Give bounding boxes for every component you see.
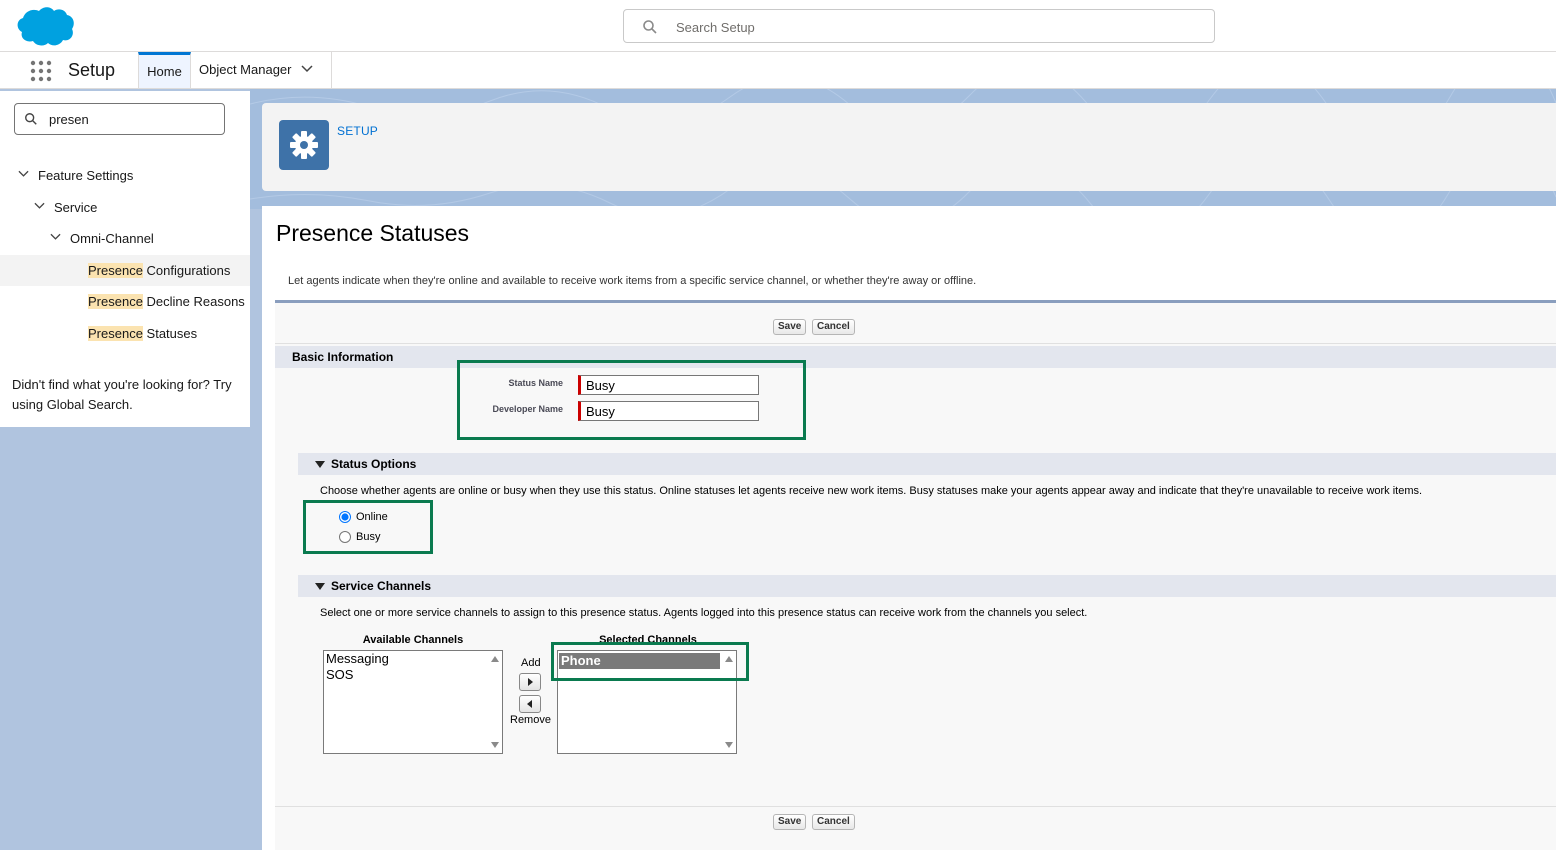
setup-sidebar: Feature Settings Service Omni-Channel Pr… [0, 91, 250, 427]
quick-find-input[interactable] [47, 110, 217, 128]
remove-button[interactable] [519, 695, 541, 713]
list-item[interactable]: Messaging [324, 651, 502, 667]
sidebar-item-presence-statuses[interactable]: Presence Statuses [0, 318, 250, 349]
page-title: Presence Statuses [276, 220, 470, 246]
save-button[interactable]: Save [773, 319, 807, 335]
cancel-button[interactable]: Cancel [812, 319, 855, 335]
collapse-triangle-icon[interactable] [315, 461, 325, 469]
online-label: Online [356, 511, 388, 523]
tree-item-label: Feature Settings [38, 168, 134, 183]
status-options-description: Choose whether agents are online or busy… [320, 485, 1423, 497]
edit-form: Save Cancel Basic Information Status Nam… [275, 300, 1556, 850]
main-content: Presence Statuses Let agents indicate wh… [262, 206, 1556, 850]
gear-icon [290, 131, 318, 159]
section-service-channels[interactable]: Service Channels [298, 575, 1556, 597]
add-label: Add [521, 657, 541, 669]
status-name-label: Status Name [508, 378, 563, 388]
cancel-button[interactable]: Cancel [812, 814, 855, 830]
global-header [0, 0, 1556, 52]
scroll-up-icon[interactable] [491, 656, 499, 662]
radio-busy-row[interactable]: Busy [339, 529, 380, 545]
remove-label: Remove [510, 714, 551, 726]
list-item[interactable]: SOS [324, 667, 502, 683]
section-status-options[interactable]: Status Options [298, 453, 1556, 475]
add-button[interactable] [519, 673, 541, 691]
search-match-highlight: Presence [88, 326, 143, 341]
tree-item-label: Service [54, 200, 98, 215]
radio-online-row[interactable]: Online [339, 509, 388, 525]
setup-header-card: SETUP [262, 103, 1556, 191]
sidebar-item-label: Decline Reasons [142, 294, 245, 309]
search-match-highlight: Presence [88, 294, 143, 309]
tree-item-feature-settings[interactable]: Feature Settings [18, 160, 134, 191]
highlight-box [551, 642, 749, 681]
arrow-right-icon [528, 678, 533, 686]
page-description: Let agents indicate when they're online … [288, 275, 977, 287]
section-title: Status Options [331, 457, 417, 471]
search-match-highlight: Presence [88, 263, 143, 278]
tree-item-omni-channel[interactable]: Omni-Channel [50, 223, 154, 254]
global-search-input[interactable] [674, 16, 1194, 38]
no-match-message: Didn't find what you're looking for? Try… [12, 377, 232, 412]
salesforce-logo[interactable] [14, 5, 76, 47]
divider [275, 343, 1556, 344]
available-channels-title: Available Channels [362, 634, 464, 646]
status-name-input[interactable] [578, 375, 759, 395]
search-icon [25, 113, 37, 125]
chevron-down-icon[interactable] [50, 233, 61, 241]
collapse-triangle-icon[interactable] [315, 583, 325, 591]
section-title: Service Channels [331, 579, 432, 593]
section-title: Basic Information [292, 350, 394, 364]
tab-object-manager-label: Object Manager [199, 62, 292, 77]
busy-radio[interactable] [339, 531, 351, 544]
app-name: Setup [68, 60, 116, 80]
highlight-box [457, 360, 806, 440]
global-search[interactable] [623, 9, 1215, 43]
busy-label: Busy [356, 531, 381, 543]
divider [275, 806, 1556, 807]
arrow-left-icon [527, 700, 532, 708]
save-button[interactable]: Save [773, 814, 807, 830]
scroll-down-icon[interactable] [491, 742, 499, 748]
developer-name-label: Developer Name [492, 404, 563, 414]
tree-item-label: Omni-Channel [70, 231, 154, 246]
sidebar-item-presence-decline-reasons[interactable]: Presence Decline Reasons [0, 286, 250, 317]
tree-item-service[interactable]: Service [34, 192, 98, 223]
breadcrumb[interactable]: SETUP [337, 124, 378, 138]
sidebar-item-label: Configurations [142, 263, 231, 278]
search-icon [643, 20, 657, 34]
sidebar-item-presence-configurations[interactable]: Presence Configurations [0, 255, 250, 286]
chevron-down-icon[interactable] [301, 65, 313, 73]
available-channels-list[interactable]: Messaging SOS [323, 650, 503, 754]
quick-find[interactable] [14, 103, 225, 135]
chevron-down-icon[interactable] [34, 202, 45, 210]
sidebar-item-label: Statuses [142, 326, 198, 341]
setup-icon-tile [279, 120, 329, 170]
app-launcher-icon[interactable] [30, 60, 52, 82]
developer-name-input[interactable] [578, 401, 759, 421]
tab-home[interactable]: Home [138, 52, 191, 88]
scroll-down-icon[interactable] [725, 742, 733, 748]
context-nav: Setup Home Object Manager [0, 52, 1556, 89]
tab-object-manager[interactable]: Object Manager [191, 52, 332, 88]
chevron-down-icon[interactable] [18, 170, 29, 178]
service-channels-description: Select one or more service channels to a… [320, 607, 1088, 619]
online-radio[interactable] [339, 511, 351, 524]
